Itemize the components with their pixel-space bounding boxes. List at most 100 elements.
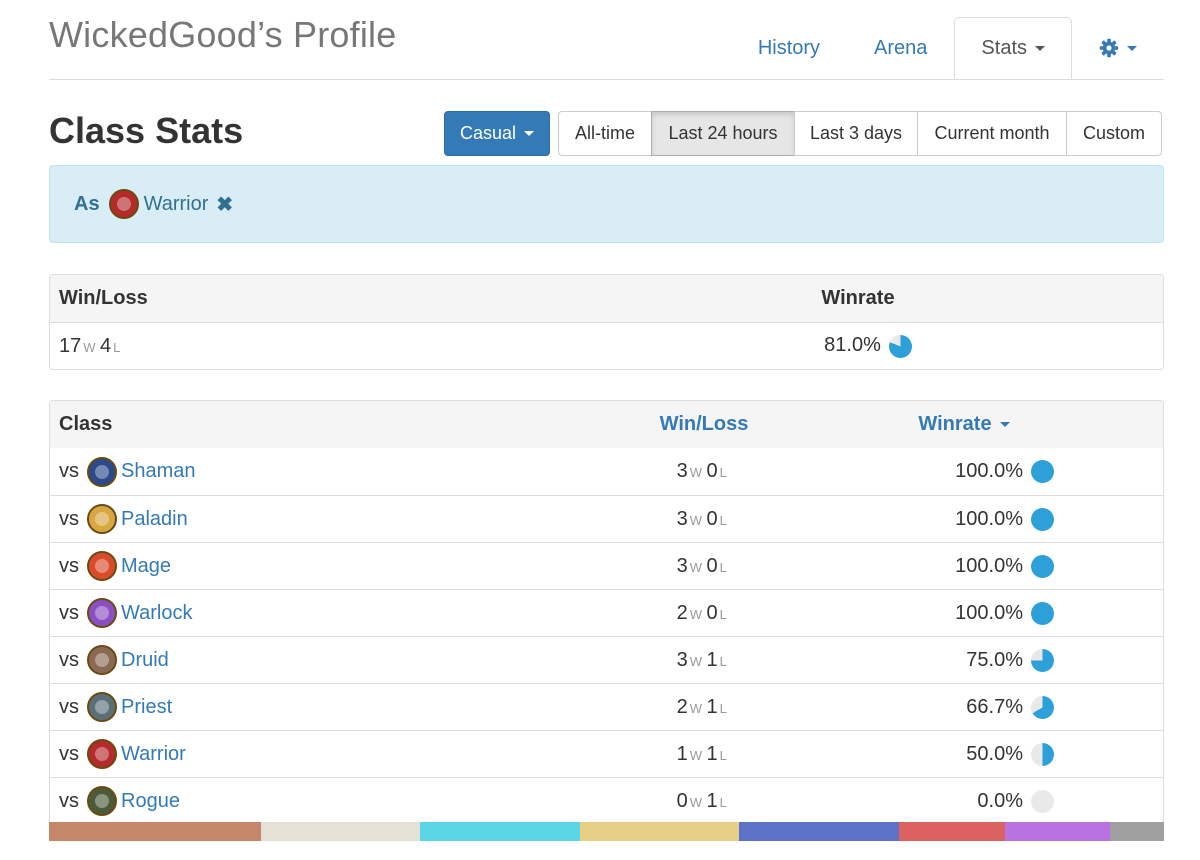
range-custom-button[interactable]: Custom	[1066, 111, 1162, 156]
row-losses: 1	[706, 742, 718, 765]
winloss-cell: 3W0L	[634, 460, 774, 483]
section-title: Class Stats	[49, 110, 244, 151]
losses-unit: L	[719, 700, 728, 716]
row-wins: 2	[676, 695, 688, 718]
table-header-row: Class Win/Loss Winrate	[50, 401, 1163, 448]
table-row: vs Warlock 2 W 0 L 100.0%	[50, 589, 1163, 636]
winloss-cell: 3W0L	[634, 555, 774, 578]
vs-label: vs	[59, 507, 79, 530]
winloss-cell: 0W1L	[634, 790, 774, 813]
summary-winloss: 17 W 4 L	[50, 335, 798, 358]
profile-nav-tabs: History Arena Stats	[731, 17, 1164, 80]
filter-prefix: As	[74, 192, 100, 215]
summary-winrate-header: Winrate	[821, 287, 895, 309]
class-link[interactable]: Druid	[121, 649, 169, 672]
mode-dropdown-button[interactable]: Casual	[444, 111, 550, 156]
range-last-3-days-button[interactable]: Last 3 days	[794, 111, 918, 156]
settings-dropdown[interactable]	[1072, 17, 1164, 79]
table-row: vs Paladin 3 W 0 L 100.0%	[50, 495, 1163, 542]
shaman-class-icon	[87, 456, 117, 487]
paladin-class-icon	[87, 504, 117, 534]
winrate-pie-icon	[1031, 601, 1054, 625]
class-link[interactable]: Rogue	[121, 790, 180, 813]
winrate-cell: 75.0%	[774, 648, 1154, 672]
class-link[interactable]: Mage	[121, 555, 171, 578]
wins-unit: W	[689, 606, 703, 622]
winrate-sort-link[interactable]: Winrate	[918, 413, 991, 435]
tab-arena-label: Arena	[874, 36, 928, 59]
class-link[interactable]: Shaman	[121, 460, 196, 483]
tab-arena[interactable]: Arena	[847, 17, 954, 79]
vs-label: vs	[59, 554, 79, 577]
row-winrate: 100.0%	[955, 460, 1023, 482]
summary-winrate: 81.0%	[798, 334, 938, 358]
class-link[interactable]: Paladin	[121, 508, 188, 531]
filter-class: Warrior	[143, 192, 209, 215]
close-icon[interactable]: ✖	[216, 192, 233, 217]
losses-unit: L	[719, 606, 728, 622]
vs-label: vs	[59, 742, 79, 765]
distribution-segment	[1110, 822, 1164, 841]
winloss-sort-link[interactable]: Win/Loss	[660, 413, 749, 435]
sort-desc-icon	[999, 422, 1010, 428]
row-wins: 0	[676, 789, 688, 812]
class-cell: vs Warrior	[50, 739, 634, 769]
table-row: vs Rogue 0 W 1 L 0.0%	[50, 777, 1163, 824]
chevron-down-icon	[524, 131, 535, 136]
tab-stats[interactable]: Stats	[954, 17, 1072, 79]
vs-label: vs	[59, 601, 79, 624]
row-winrate: 100.0%	[955, 601, 1023, 624]
row-wins: 3	[676, 648, 688, 671]
distribution-segment	[898, 822, 1005, 841]
class-column-header: Class	[59, 413, 113, 435]
class-cell: vs Paladin	[50, 504, 634, 534]
row-winrate: 50.0%	[966, 742, 1023, 765]
winrate-pie-icon	[1031, 554, 1054, 578]
wins-unit: W	[689, 653, 703, 669]
class-stats-table: Class Win/Loss Winrate vs Shaman 3 W 0 L 100.0…	[49, 400, 1164, 825]
wins-unit: W	[689, 465, 703, 480]
row-winrate: 0.0%	[977, 789, 1023, 812]
distribution-segment	[1004, 822, 1111, 841]
winrate-pie-icon	[1031, 742, 1054, 766]
range-last-24-hours-button[interactable]: Last 24 hours	[651, 111, 795, 156]
distribution-segment	[739, 822, 899, 841]
class-cell: vs Mage	[50, 551, 634, 581]
row-losses: 0	[706, 554, 718, 577]
winloss-column-header[interactable]: Win/Loss	[634, 413, 774, 436]
class-filter-alert: As Warrior ✖	[49, 165, 1164, 243]
mage-class-icon	[87, 551, 117, 581]
winloss-cell: 3W0L	[634, 508, 774, 531]
row-losses: 1	[706, 695, 718, 718]
class-cell: vs Shaman	[50, 456, 634, 487]
warrior-class-icon	[87, 739, 117, 769]
row-losses: 1	[706, 648, 718, 671]
row-losses: 0	[706, 507, 718, 530]
class-link[interactable]: Warrior	[121, 743, 186, 766]
winrate-column-header[interactable]: Winrate	[774, 413, 1154, 436]
distribution-segment	[260, 822, 421, 841]
wins-unit: W	[689, 512, 703, 528]
range-current-month-button[interactable]: Current month	[917, 111, 1067, 156]
summary-data-row: 17 W 4 L 81.0%	[50, 322, 1163, 369]
warlock-class-icon	[87, 598, 117, 628]
time-range-group: All-time Last 24 hours Last 3 days Curre…	[558, 111, 1162, 156]
tab-history[interactable]: History	[731, 17, 847, 79]
row-losses: 0	[706, 601, 718, 624]
class-link[interactable]: Priest	[121, 696, 172, 719]
class-cell: vs Druid	[50, 645, 634, 675]
winrate-cell: 100.0%	[774, 460, 1154, 483]
class-link[interactable]: Warlock	[121, 602, 192, 625]
class-distribution-bar	[49, 822, 1164, 841]
losses-unit: L	[113, 339, 121, 355]
vs-label: vs	[59, 460, 79, 482]
row-wins: 3	[676, 507, 688, 530]
losses-unit: L	[719, 747, 728, 763]
winrate-pie-icon	[888, 334, 912, 358]
winrate-pie-icon	[1031, 648, 1054, 672]
winrate-pie-icon	[1031, 789, 1054, 813]
wins-unit: W	[689, 559, 703, 575]
row-winrate: 75.0%	[966, 648, 1023, 671]
range-all-time-button[interactable]: All-time	[558, 111, 652, 156]
row-wins: 2	[676, 601, 688, 624]
